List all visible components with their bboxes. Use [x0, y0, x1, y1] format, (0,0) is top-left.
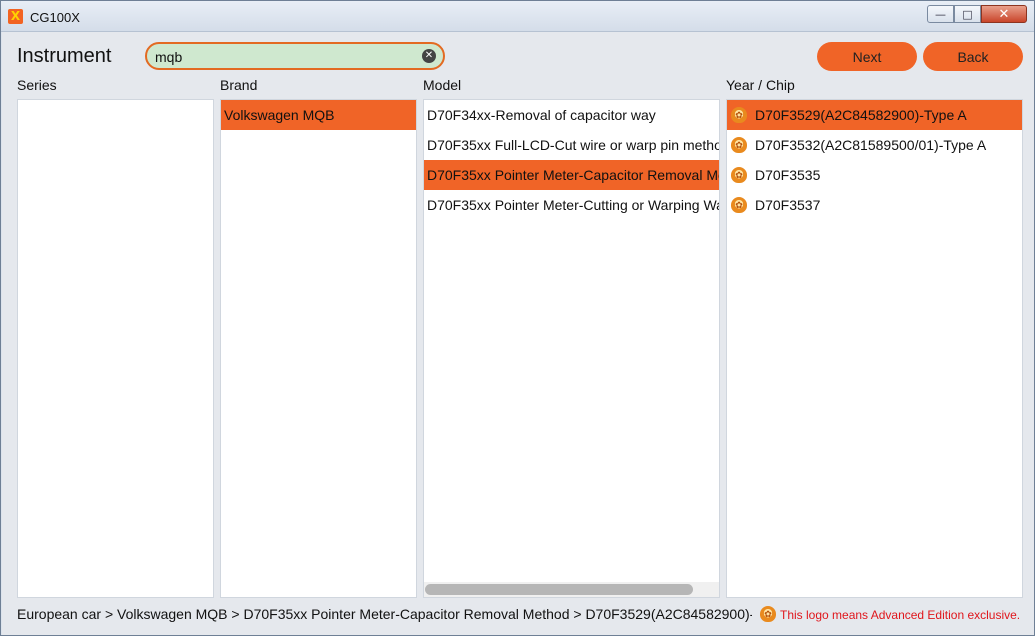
scrollbar-thumb[interactable]: [425, 584, 693, 595]
chip-list-item[interactable]: ✿ D70F3537: [727, 190, 1022, 220]
app-window: X CG100X — □ ✕ Instrument ✕ Next Back Se…: [0, 0, 1035, 636]
series-column-header: Series: [17, 77, 57, 93]
app-logo-icon: X: [8, 9, 23, 24]
brand-column-header: Brand: [220, 77, 258, 93]
chip-label: D70F3535: [755, 167, 821, 183]
advanced-edition-note: This logo means Advanced Edition exclusi…: [780, 608, 1021, 622]
window-title: CG100X: [30, 10, 80, 25]
chip-label: D70F3537: [755, 197, 821, 213]
model-list-item[interactable]: D70F35xx Pointer Meter-Cutting or Warpin…: [424, 190, 719, 220]
back-button[interactable]: Back: [923, 42, 1023, 71]
brand-list-item[interactable]: Volkswagen MQB: [221, 100, 416, 130]
close-icon: ✕: [998, 6, 1010, 22]
minimize-button[interactable]: —: [927, 5, 954, 23]
advanced-edition-logo-icon: ✿: [731, 107, 747, 123]
main-content: Instrument ✕ Next Back Series Brand Mode…: [2, 32, 1034, 635]
chip-list-item-selected[interactable]: ✿ D70F3529(A2C84582900)-Type A: [727, 100, 1022, 130]
chip-list-item[interactable]: ✿ D70F3535: [727, 160, 1022, 190]
brand-list[interactable]: Volkswagen MQB: [220, 99, 417, 598]
chip-label: D70F3532(A2C81589500/01)-Type A: [755, 137, 987, 153]
breadcrumb: European car > Volkswagen MQB > D70F35xx…: [17, 606, 752, 622]
series-list[interactable]: [17, 99, 214, 598]
maximize-icon: □: [962, 7, 973, 21]
advanced-edition-logo-icon: ✿: [731, 197, 747, 213]
model-list-item[interactable]: D70F34xx-Removal of capacitor way: [424, 100, 719, 130]
advanced-edition-logo-icon: ✿: [760, 606, 776, 622]
page-title: Instrument: [17, 45, 112, 67]
model-list-item[interactable]: D70F35xx Full-LCD-Cut wire or warp pin m…: [424, 130, 719, 160]
title-bar[interactable]: X CG100X — □ ✕: [1, 1, 1034, 32]
model-list[interactable]: D70F34xx-Removal of capacitor way D70F35…: [423, 99, 720, 598]
horizontal-scrollbar[interactable]: [424, 582, 719, 597]
model-list-item-selected[interactable]: D70F35xx Pointer Meter-Capacitor Removal…: [424, 160, 719, 190]
close-button[interactable]: ✕: [981, 5, 1027, 23]
year-chip-list[interactable]: ✿ D70F3529(A2C84582900)-Type A ✿ D70F353…: [726, 99, 1023, 598]
maximize-button[interactable]: □: [954, 5, 981, 23]
window-controls: — □ ✕: [927, 5, 1027, 23]
advanced-edition-logo-icon: ✿: [731, 137, 747, 153]
model-column-header: Model: [423, 77, 462, 93]
minimize-icon: —: [935, 7, 946, 21]
chip-list-item[interactable]: ✿ D70F3532(A2C81589500/01)-Type A: [727, 130, 1022, 160]
advanced-edition-logo-icon: ✿: [731, 167, 747, 183]
search-input[interactable]: [155, 48, 415, 66]
search-box[interactable]: ✕: [145, 42, 445, 70]
chip-label: D70F3529(A2C84582900)-Type A: [755, 107, 967, 123]
next-button[interactable]: Next: [817, 42, 917, 71]
clear-search-icon[interactable]: ✕: [422, 49, 436, 63]
year-chip-column-header: Year / Chip: [726, 77, 795, 93]
